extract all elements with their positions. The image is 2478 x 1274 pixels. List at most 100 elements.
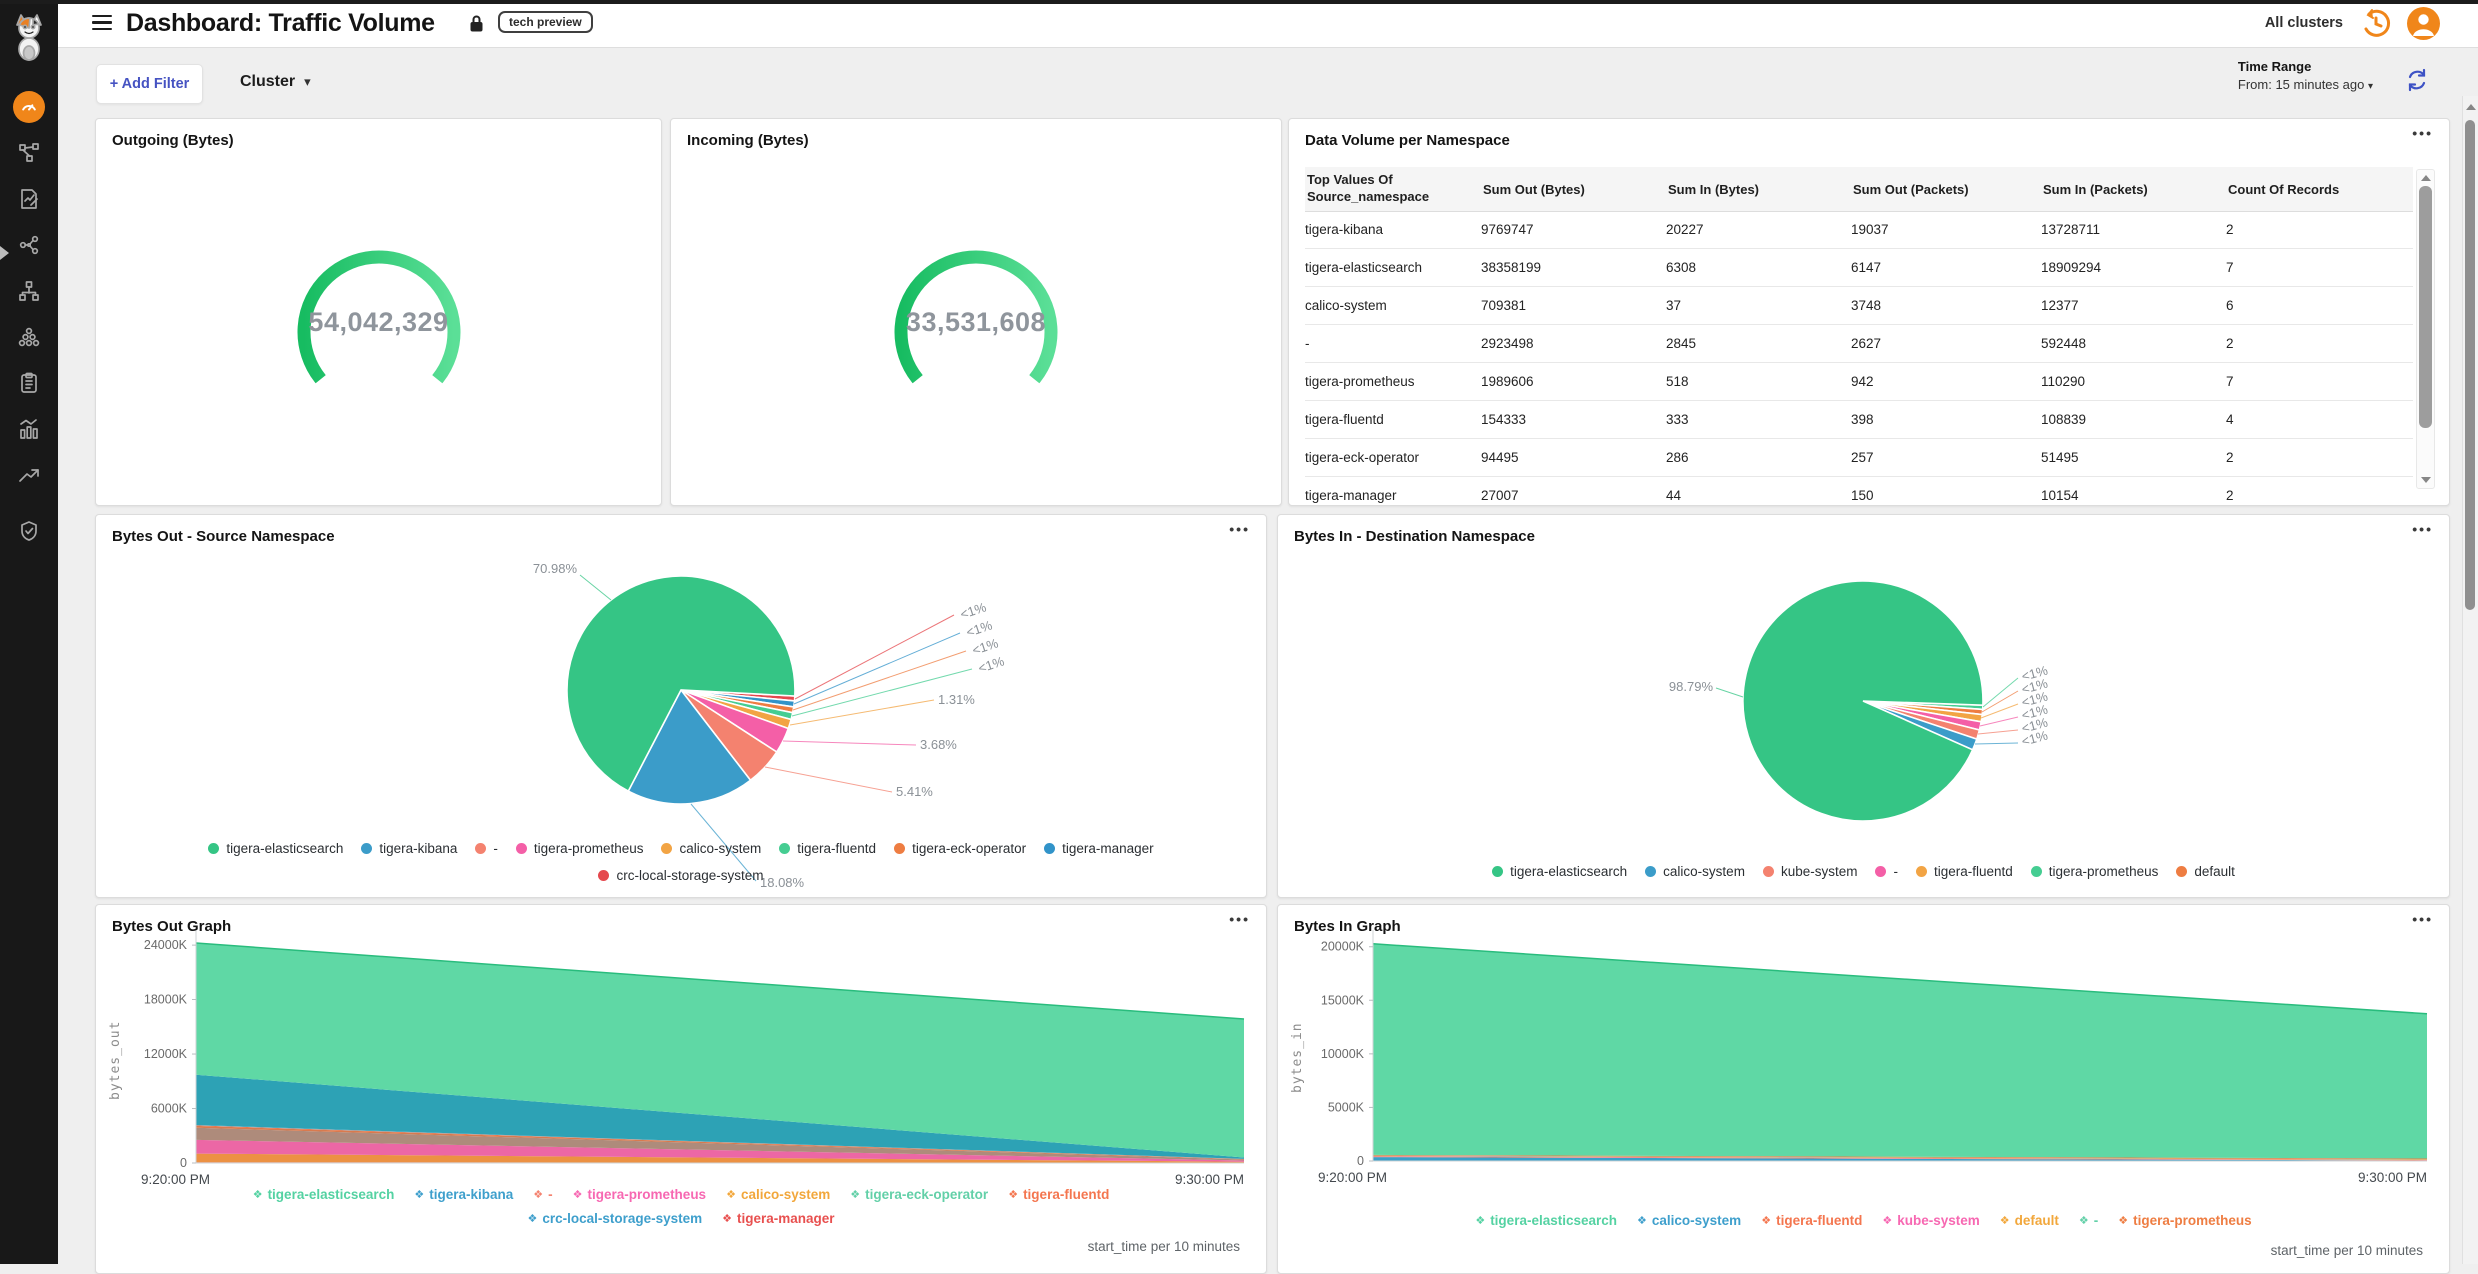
legend-item-tigera-manager[interactable]: ❖tigera-manager bbox=[722, 1211, 834, 1226]
nav-network[interactable] bbox=[0, 272, 58, 310]
table-cell: 709381 bbox=[1481, 298, 1666, 313]
table-row[interactable]: tigera-eck-operator94495286257514952 bbox=[1305, 439, 2413, 477]
series-toggle-icon: ❖ bbox=[253, 1188, 263, 1201]
legend-swatch bbox=[2176, 866, 2187, 877]
menu-icon[interactable] bbox=[92, 15, 112, 34]
legend-item--[interactable]: ❖- bbox=[2079, 1213, 2098, 1228]
legend-item-calico-system[interactable]: calico-system bbox=[1645, 864, 1745, 879]
panel-title: Bytes In - Destination Namespace bbox=[1294, 528, 1535, 545]
nav-trends[interactable] bbox=[0, 456, 58, 494]
legend-label: crc-local-storage-system bbox=[616, 868, 763, 883]
legend-swatch bbox=[2031, 866, 2042, 877]
legend-item-crc-local-storage-system[interactable]: crc-local-storage-system bbox=[598, 868, 763, 883]
legend-item-tigera-elasticsearch[interactable]: ❖tigera-elasticsearch bbox=[1475, 1213, 1617, 1228]
legend-label: tigera-elasticsearch bbox=[1510, 864, 1627, 879]
refresh-icon[interactable] bbox=[2404, 67, 2430, 93]
y-axis-tick: 12000K bbox=[144, 1047, 188, 1061]
legend-item-tigera-prometheus[interactable]: tigera-prometheus bbox=[516, 841, 644, 856]
nav-compliance[interactable] bbox=[0, 364, 58, 402]
legend-item-tigera-fluentd[interactable]: ❖tigera-fluentd bbox=[1008, 1187, 1109, 1202]
legend-swatch bbox=[361, 843, 372, 854]
table-cell: 257 bbox=[1851, 450, 2041, 465]
table-cell: 1989606 bbox=[1481, 374, 1666, 389]
pie-percent-label: 70.98% bbox=[533, 561, 578, 576]
legend-item-tigera-elasticsearch[interactable]: ❖tigera-elasticsearch bbox=[253, 1187, 395, 1202]
panel-menu-button[interactable]: ••• bbox=[1229, 911, 1250, 927]
legend-item-tigera-fluentd[interactable]: tigera-fluentd bbox=[1916, 864, 2013, 879]
history-icon[interactable] bbox=[2359, 7, 2393, 41]
calico-cat-logo[interactable] bbox=[0, 10, 58, 64]
legend-item-tigera-fluentd[interactable]: tigera-fluentd bbox=[779, 841, 876, 856]
panel-menu-button[interactable]: ••• bbox=[2412, 521, 2433, 537]
legend-item-calico-system[interactable]: ❖calico-system bbox=[726, 1187, 830, 1202]
legend-item-tigera-prometheus[interactable]: tigera-prometheus bbox=[2031, 864, 2159, 879]
legend-item-tigera-kibana[interactable]: tigera-kibana bbox=[361, 841, 457, 856]
nav-policies[interactable] bbox=[0, 180, 58, 218]
legend-item--[interactable]: - bbox=[1875, 864, 1898, 879]
x-axis-tick: 9:30:00 PM bbox=[2358, 1170, 2427, 1185]
table-scrollbar[interactable] bbox=[2416, 169, 2435, 489]
page-scrollbar[interactable] bbox=[2462, 96, 2478, 1264]
table-row[interactable]: tigera-manager2700744150101542 bbox=[1305, 477, 2413, 506]
legend-item-tigera-fluentd[interactable]: ❖tigera-fluentd bbox=[1761, 1213, 1862, 1228]
legend-item-kube-system[interactable]: ❖kube-system bbox=[1882, 1213, 1979, 1228]
sidebar-flyout-handle[interactable] bbox=[0, 246, 9, 260]
pie-slice-tigera-elasticsearch[interactable] bbox=[1743, 581, 1983, 821]
area-series-tigera-elasticsearch[interactable] bbox=[1373, 944, 2427, 1159]
table-row[interactable]: tigera-prometheus19896065189421102907 bbox=[1305, 363, 2413, 401]
legend-item-tigera-elasticsearch[interactable]: tigera-elasticsearch bbox=[208, 841, 343, 856]
legend-item-tigera-eck-operator[interactable]: ❖tigera-eck-operator bbox=[850, 1187, 988, 1202]
legend-item-tigera-kibana[interactable]: ❖tigera-kibana bbox=[414, 1187, 513, 1202]
nav-clusters[interactable] bbox=[0, 318, 58, 356]
panel-bytes-out-graph: Bytes Out Graph ••• 06000K12000K18000K24… bbox=[95, 904, 1267, 1274]
nav-dashboard[interactable] bbox=[0, 88, 58, 126]
panel-menu-button[interactable]: ••• bbox=[1229, 521, 1250, 537]
scroll-down-icon[interactable] bbox=[2421, 477, 2431, 483]
legend-item-crc-local-storage-system[interactable]: ❖crc-local-storage-system bbox=[527, 1211, 702, 1226]
graph-legend-row: ❖tigera-elasticsearch ❖calico-system ❖tige… bbox=[1278, 1213, 2449, 1228]
table-row[interactable]: tigera-kibana97697472022719037137287112 bbox=[1305, 211, 2413, 249]
legend-item-calico-system[interactable]: ❖calico-system bbox=[1637, 1213, 1741, 1228]
pie-chart-bytes-in[interactable]: <1%<1%<1%<1%<1%<1%98.79% bbox=[1278, 515, 2449, 897]
legend-item-default[interactable]: ❖default bbox=[2000, 1213, 2059, 1228]
series-toggle-icon: ❖ bbox=[722, 1212, 732, 1225]
panel-menu-button[interactable]: ••• bbox=[2412, 125, 2433, 141]
time-range-value[interactable]: From: 15 minutes ago ▾ bbox=[2238, 77, 2373, 92]
panel-bytes-in-graph: Bytes In Graph ••• 05000K10000K15000K200… bbox=[1277, 904, 2450, 1274]
legend-item--[interactable]: ❖- bbox=[533, 1187, 552, 1202]
table-scrollbar-thumb[interactable] bbox=[2419, 186, 2432, 428]
legend-item-tigera-manager[interactable]: tigera-manager bbox=[1044, 841, 1154, 856]
panel-title: Outgoing (Bytes) bbox=[112, 132, 234, 149]
legend-item-calico-system[interactable]: calico-system bbox=[661, 841, 761, 856]
pie-chart-bytes-out[interactable]: <1%<1%<1%<1%1.31%3.68%5.41%18.08%70.98% bbox=[96, 515, 1266, 897]
table-row[interactable]: tigera-elasticsearch38358199630861471890… bbox=[1305, 249, 2413, 287]
add-filter-button[interactable]: + Add Filter bbox=[96, 64, 203, 104]
series-toggle-icon: ❖ bbox=[850, 1188, 860, 1201]
legend-item--[interactable]: - bbox=[475, 841, 498, 856]
scroll-up-icon[interactable] bbox=[2421, 175, 2431, 181]
legend-item-kube-system[interactable]: kube-system bbox=[1763, 864, 1858, 879]
legend-item-default[interactable]: default bbox=[2176, 864, 2235, 879]
panel-outgoing-bytes: Outgoing (Bytes) 54,042,329 bbox=[95, 118, 662, 506]
nav-security[interactable] bbox=[0, 512, 58, 550]
nav-reports[interactable] bbox=[0, 410, 58, 448]
legend-item-tigera-eck-operator[interactable]: tigera-eck-operator bbox=[894, 841, 1026, 856]
cluster-dropdown[interactable]: Cluster▾ bbox=[240, 73, 311, 91]
y-axis-tick: 18000K bbox=[144, 993, 188, 1007]
scroll-up-icon[interactable] bbox=[2466, 104, 2476, 110]
table-row[interactable]: tigera-fluentd1543333333981088394 bbox=[1305, 401, 2413, 439]
legend-item-tigera-elasticsearch[interactable]: tigera-elasticsearch bbox=[1492, 864, 1627, 879]
page-scrollbar-thumb[interactable] bbox=[2465, 120, 2475, 610]
nav-service-graph[interactable] bbox=[0, 134, 58, 172]
panel-menu-button[interactable]: ••• bbox=[2412, 911, 2433, 927]
table-row[interactable]: -2923498284526275924482 bbox=[1305, 325, 2413, 363]
user-avatar[interactable] bbox=[2407, 7, 2440, 40]
table-column-header: Sum Out (Bytes) bbox=[1481, 182, 1666, 197]
legend-item-tigera-prometheus[interactable]: ❖tigera-prometheus bbox=[573, 1187, 706, 1202]
legend-item-tigera-prometheus[interactable]: ❖tigera-prometheus bbox=[2118, 1213, 2251, 1228]
table-header-row: Top Values Of Source_namespaceSum Out (B… bbox=[1305, 167, 2413, 212]
all-clusters-selector[interactable]: All clusters bbox=[2265, 15, 2343, 31]
table-row[interactable]: calico-system709381373748123776 bbox=[1305, 287, 2413, 325]
legend-swatch bbox=[516, 843, 527, 854]
series-toggle-icon: ❖ bbox=[1475, 1214, 1485, 1227]
